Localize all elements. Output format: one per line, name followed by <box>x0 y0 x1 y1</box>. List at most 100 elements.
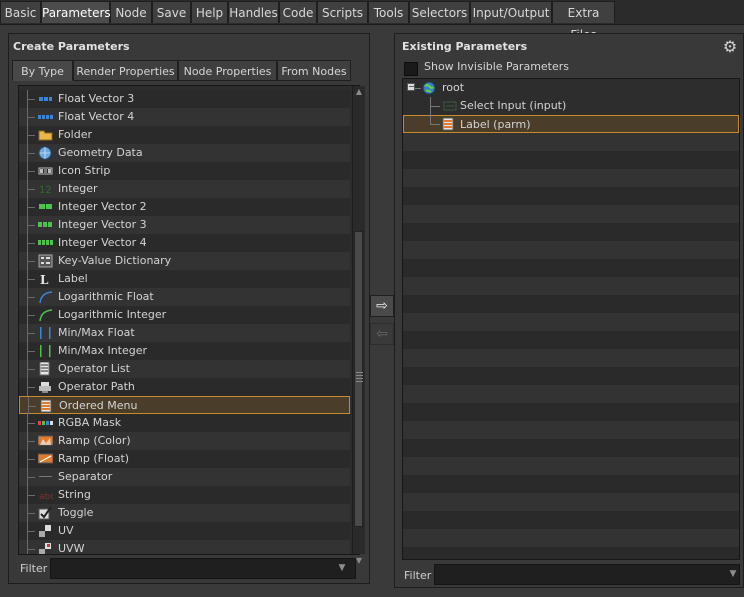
list-item-label: Integer <box>58 182 98 195</box>
ramp-color-icon <box>37 434 54 448</box>
gear-icon[interactable]: ⚙ <box>721 38 739 56</box>
tree-empty-row <box>403 313 739 331</box>
float-vector-3-icon <box>38 92 53 106</box>
list-item-float-vector-3[interactable]: Float Vector 3 <box>19 90 350 108</box>
subtab-node-properties[interactable]: Node Properties <box>178 60 277 81</box>
list-item-icon-strip[interactable]: Icon Strip <box>19 162 350 180</box>
float-vector-4-icon <box>38 110 53 124</box>
list-item-toggle[interactable]: Toggle <box>19 504 350 522</box>
tree-empty-row <box>403 457 739 475</box>
list-item-label: Key-Value Dictionary <box>58 254 172 267</box>
tree-empty-row <box>403 187 739 205</box>
list-item-uv[interactable]: UV <box>19 522 350 540</box>
list-item-folder[interactable]: Folder <box>19 126 350 144</box>
subtab-by-type[interactable]: By Type <box>12 60 73 81</box>
list-item-ordered-menu[interactable]: Ordered Menu <box>19 396 350 415</box>
tab-scripts[interactable]: Scripts <box>317 1 368 23</box>
list-item-label: RGBA Mask <box>58 416 122 429</box>
toggle-icon <box>38 506 53 520</box>
tab-handles[interactable]: Handles <box>228 1 279 23</box>
tree-connector <box>415 88 421 89</box>
tree-empty-row <box>403 133 739 151</box>
existing-parameters-tree[interactable]: − root Select Input (input) Label (parm) <box>402 78 740 560</box>
create-parameters-title: Create Parameters <box>13 40 130 53</box>
list-item-min-max-float[interactable]: Min/Max Float <box>19 324 350 342</box>
list-item-label: Folder <box>58 128 92 141</box>
tab-selectors[interactable]: Selectors <box>409 1 470 23</box>
subtab-from-nodes[interactable]: From Nodes <box>277 60 351 81</box>
list-item-integer[interactable]: 12 Integer <box>19 180 350 198</box>
tree-empty-row <box>403 385 739 403</box>
tree-select-input-label: Select Input (input) <box>460 99 567 112</box>
list-item-rgba-mask[interactable]: RGBA Mask <box>19 414 350 432</box>
folder-icon <box>38 128 53 142</box>
tree-connector <box>27 531 35 532</box>
list-item-label: Logarithmic Float <box>58 290 154 303</box>
list-item-label: Float Vector 3 <box>58 92 135 105</box>
add-parameter-button[interactable]: ⇨ <box>370 295 394 317</box>
tree-connector <box>27 261 35 262</box>
tab-input-output[interactable]: Input/Output <box>470 1 552 23</box>
list-item-uvw[interactable]: UVW <box>19 540 350 554</box>
tree-row-label-parm[interactable]: Label (parm) <box>403 115 739 133</box>
list-item-integer-vector-2[interactable]: Integer Vector 2 <box>19 198 350 216</box>
list-item-label[interactable]: L Label <box>19 270 350 288</box>
list-item-integer-vector-4[interactable]: Integer Vector 4 <box>19 234 350 252</box>
tab-extra-files[interactable]: Extra Files <box>552 1 615 42</box>
string-icon: abc <box>38 488 55 502</box>
list-item-logarithmic-integer[interactable]: Logarithmic Integer <box>19 306 350 324</box>
tree-empty-row <box>403 403 739 421</box>
tab-code[interactable]: Code <box>279 1 317 23</box>
transfer-controls: ⇨ ⇦ <box>370 295 396 355</box>
subtab-render-properties[interactable]: Render Properties <box>73 60 178 81</box>
rgba-mask-icon <box>38 416 53 430</box>
parameter-type-list[interactable]: Float Vector 3 Float Vector 4 Folder Geomet… <box>18 85 360 555</box>
tree-connector <box>27 153 35 154</box>
list-item-ramp-color[interactable]: Ramp (Color) <box>19 432 350 450</box>
list-item-geometry-data[interactable]: Geometry Data <box>19 144 350 162</box>
parameter-type-scrollbar[interactable]: ▲ ▼ <box>352 86 365 565</box>
tab-parameters[interactable]: Parameters <box>41 1 111 23</box>
list-item-string[interactable]: abc String <box>19 486 350 504</box>
integer-vector-3-icon <box>38 218 53 232</box>
list-item-label: Ramp (Float) <box>58 452 130 465</box>
tab-node[interactable]: Node <box>110 1 152 23</box>
show-invisible-checkbox[interactable] <box>404 62 418 76</box>
tab-save[interactable]: Save <box>152 1 191 23</box>
scroll-up-icon[interactable]: ▲ <box>354 87 364 97</box>
tree-connector <box>27 279 35 280</box>
list-item-operator-list[interactable]: Operator List <box>19 360 350 378</box>
remove-parameter-button[interactable]: ⇦ <box>370 323 394 345</box>
left-filter-input[interactable] <box>50 558 356 579</box>
tab-basic[interactable]: Basic <box>0 1 41 23</box>
list-item-min-max-integer[interactable]: Min/Max Integer <box>19 342 350 360</box>
existing-parameters-title: Existing Parameters <box>402 40 528 53</box>
right-filter-dropdown-icon[interactable]: ▼ <box>727 565 739 584</box>
tree-connector <box>27 387 35 388</box>
tree-row-select-input[interactable]: Select Input (input) <box>403 97 739 115</box>
tab-tools[interactable]: Tools <box>368 1 409 23</box>
left-filter-label: Filter <box>20 562 48 575</box>
tab-help[interactable]: Help <box>191 1 228 23</box>
list-item-separator[interactable]: Separator <box>19 468 350 486</box>
list-item-key-value-dictionary[interactable]: Key-Value Dictionary <box>19 252 350 270</box>
list-item-ramp-float[interactable]: Ramp (Float) <box>19 450 350 468</box>
tree-empty-row <box>403 547 739 559</box>
logarithmic-float-icon <box>38 290 53 304</box>
tree-connector <box>27 189 35 190</box>
tree-empty-row <box>403 475 739 493</box>
tree-connector <box>27 549 35 550</box>
left-filter-dropdown-icon[interactable]: ▼ <box>336 559 348 578</box>
list-item-float-vector-4[interactable]: Float Vector 4 <box>19 108 350 126</box>
tree-row-root[interactable]: − root <box>403 79 739 97</box>
scroll-thumb[interactable] <box>354 231 363 527</box>
integer-vector-2-icon <box>38 200 53 214</box>
list-item-label: Min/Max Float <box>58 326 135 339</box>
list-item-integer-vector-3[interactable]: Integer Vector 3 <box>19 216 350 234</box>
min-max-integer-icon <box>38 344 53 358</box>
collapse-icon[interactable]: − <box>407 83 415 91</box>
list-item-logarithmic-float[interactable]: Logarithmic Float <box>19 288 350 306</box>
list-item-operator-path[interactable]: Operator Path <box>19 378 350 396</box>
right-filter-input[interactable] <box>434 564 740 585</box>
list-item-label: Integer Vector 2 <box>58 200 147 213</box>
